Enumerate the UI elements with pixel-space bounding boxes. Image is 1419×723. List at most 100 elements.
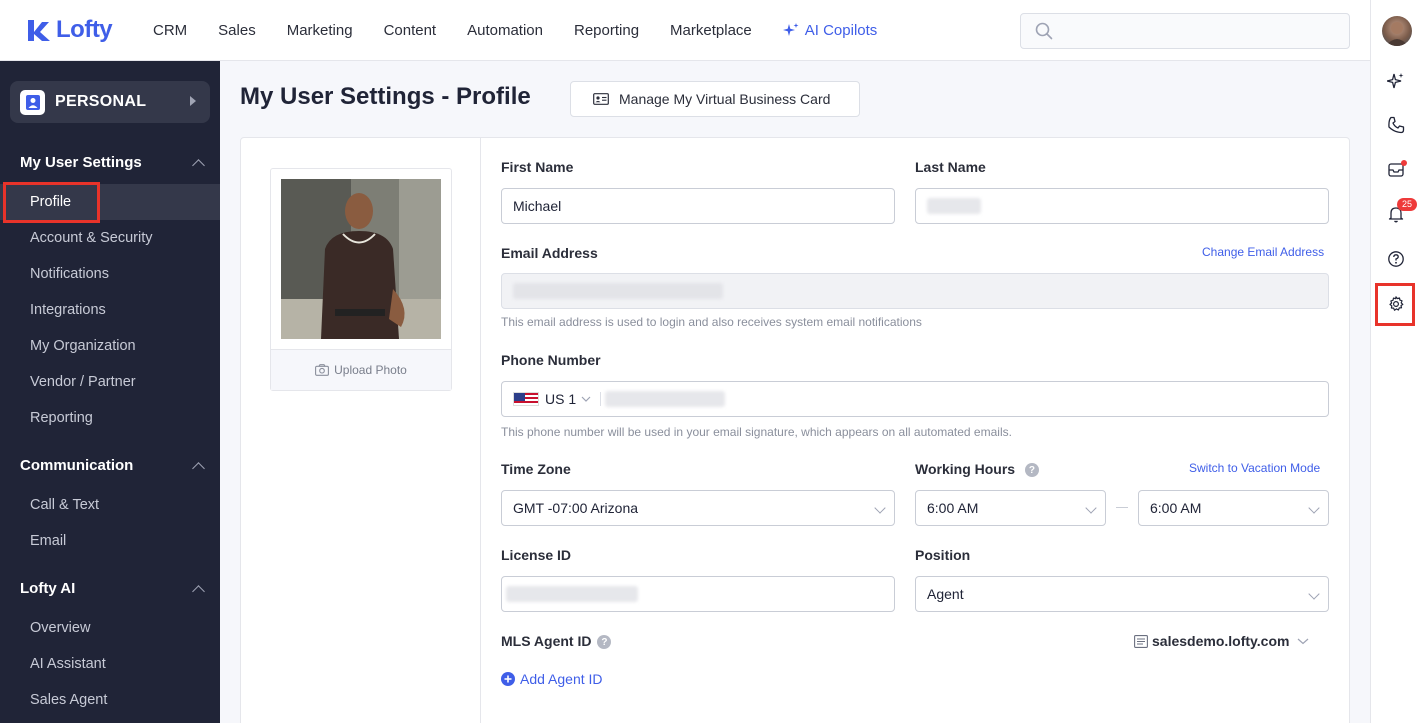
add-agent-id-button[interactable]: Add Agent ID <box>501 671 603 687</box>
sidebar-item-my-organization[interactable]: My Organization <box>30 338 136 354</box>
sidebar-item-account-security[interactable]: Account & Security <box>30 230 153 246</box>
nav-sales[interactable]: Sales <box>218 22 256 39</box>
phone-field[interactable]: US 1 <box>501 381 1329 417</box>
nav-crm[interactable]: CRM <box>153 22 187 39</box>
nav-marketing[interactable]: Marketing <box>287 22 353 39</box>
sidebar-item-vendor-partner[interactable]: Vendor / Partner <box>30 374 136 390</box>
nav-ai-label: AI Copilots <box>804 21 878 39</box>
range-dash <box>1116 507 1128 508</box>
avatar-image <box>1386 22 1408 46</box>
section-my-user-settings[interactable]: My User Settings <box>20 154 205 172</box>
profile-photo <box>281 179 441 339</box>
settings-sidebar: PERSONAL My User Settings Profile Accoun… <box>0 61 220 723</box>
search-input[interactable] <box>1061 14 1349 48</box>
working-hours-start-value: 6:00 AM <box>927 500 979 516</box>
time-zone-select[interactable]: GMT -07:00 Arizona <box>501 490 895 526</box>
chevron-down-icon <box>1308 588 1320 600</box>
section-title: My User Settings <box>20 154 142 171</box>
phone-label: Phone Number <box>501 352 601 368</box>
working-hours-text: Working Hours <box>915 461 1016 477</box>
sidebar-item-email[interactable]: Email <box>30 533 66 549</box>
chevron-down-icon <box>1085 502 1097 514</box>
position-label: Position <box>915 547 971 563</box>
profile-photo-image <box>281 179 441 339</box>
email-hint: This email address is used to login and … <box>501 315 922 329</box>
working-hours-start-select[interactable]: 6:00 AM <box>915 490 1106 526</box>
first-name-input[interactable] <box>513 198 894 214</box>
right-utility-rail <box>1370 0 1419 723</box>
nav-content[interactable]: Content <box>384 22 437 39</box>
sidebar-item-reporting[interactable]: Reporting <box>30 410 93 426</box>
sidebar-item-notifications[interactable]: Notifications <box>30 266 109 282</box>
us-flag-icon <box>513 392 539 406</box>
chevron-up-icon <box>192 461 205 475</box>
document-icon <box>1134 634 1148 648</box>
mls-site-selector[interactable]: salesdemo.lofty.com <box>1134 633 1309 649</box>
help-icon[interactable]: ? <box>1024 463 1039 478</box>
section-communication[interactable]: Communication <box>20 457 205 475</box>
redacted-phone <box>605 391 726 407</box>
sidebar-item-integrations[interactable]: Integrations <box>30 302 106 318</box>
inbox-unread-dot <box>1401 160 1407 166</box>
chevron-down-icon <box>874 502 886 514</box>
sparkle-icon <box>782 23 799 36</box>
first-name-label: First Name <box>501 159 574 175</box>
chevron-down-icon <box>1308 502 1320 514</box>
phone-icon[interactable] <box>1385 114 1407 136</box>
first-name-field[interactable] <box>501 188 895 224</box>
sidebar-item-ai-assistant[interactable]: AI Assistant <box>30 656 106 672</box>
main-nav: CRM Sales Marketing Content Automation R… <box>153 22 908 39</box>
sidebar-item-overview[interactable]: Overview <box>30 620 90 636</box>
chevron-up-icon <box>192 584 205 598</box>
license-id-label: License ID <box>501 547 572 563</box>
profile-highlight-box <box>3 182 100 223</box>
chevron-down-icon <box>1298 638 1309 645</box>
last-name-field[interactable] <box>915 188 1329 224</box>
vacation-mode-link[interactable]: Switch to Vacation Mode <box>1189 461 1320 475</box>
help-icon[interactable] <box>1385 248 1407 270</box>
nav-ai-copilots[interactable]: AI Copilots <box>782 21 878 39</box>
redacted-email <box>513 283 723 299</box>
upload-photo-button[interactable]: Upload Photo <box>271 349 451 390</box>
personal-switcher[interactable]: PERSONAL <box>10 81 210 123</box>
brand-logo[interactable]: Lofty <box>26 16 136 44</box>
mls-label-text: MLS Agent ID <box>501 633 592 649</box>
camera-icon <box>315 364 330 376</box>
sidebar-item-sales-agent[interactable]: Sales Agent <box>30 692 107 708</box>
personal-label: PERSONAL <box>55 93 147 110</box>
section-title: Communication <box>20 457 134 474</box>
position-select[interactable]: Agent <box>915 576 1329 612</box>
manage-virtual-business-card-button[interactable]: Manage My Virtual Business Card <box>570 81 860 117</box>
chevron-up-icon <box>192 158 205 172</box>
nav-marketplace[interactable]: Marketplace <box>670 22 752 39</box>
page-title: My User Settings - Profile <box>240 83 531 110</box>
global-search[interactable] <box>1020 13 1350 49</box>
position-value: Agent <box>927 586 964 602</box>
nav-reporting[interactable]: Reporting <box>574 22 639 39</box>
brand-name: Lofty <box>56 16 113 43</box>
phone-country-code[interactable]: US 1 <box>545 391 576 407</box>
top-navigation-bar: Lofty CRM Sales Marketing Content Automa… <box>0 0 1370 61</box>
user-avatar[interactable] <box>1382 16 1412 46</box>
phone-hint: This phone number will be used in your e… <box>501 425 1012 439</box>
chevron-down-icon <box>581 396 591 402</box>
caret-right-icon <box>190 96 196 106</box>
sidebar-item-call-text[interactable]: Call & Text <box>30 497 99 513</box>
settings-highlight-box <box>1375 283 1415 326</box>
nav-automation[interactable]: Automation <box>467 22 543 39</box>
change-email-link[interactable]: Change Email Address <box>1202 245 1324 259</box>
phone-separator <box>600 392 602 406</box>
license-id-field[interactable] <box>501 576 895 612</box>
email-label: Email Address <box>501 245 598 261</box>
working-hours-end-select[interactable]: 6:00 AM <box>1138 490 1329 526</box>
section-title: Lofty AI <box>20 580 76 597</box>
help-icon[interactable]: ? <box>597 635 612 650</box>
working-hours-end-value: 6:00 AM <box>1150 500 1202 516</box>
mls-site-value: salesdemo.lofty.com <box>1152 633 1290 649</box>
time-zone-label: Time Zone <box>501 461 571 477</box>
redacted-license-id <box>506 586 638 602</box>
add-agent-id-label: Add Agent ID <box>520 671 603 687</box>
ai-sparkle-rail-icon[interactable] <box>1385 70 1407 92</box>
lofty-logo-icon <box>28 20 50 41</box>
section-lofty-ai[interactable]: Lofty AI <box>20 580 205 598</box>
